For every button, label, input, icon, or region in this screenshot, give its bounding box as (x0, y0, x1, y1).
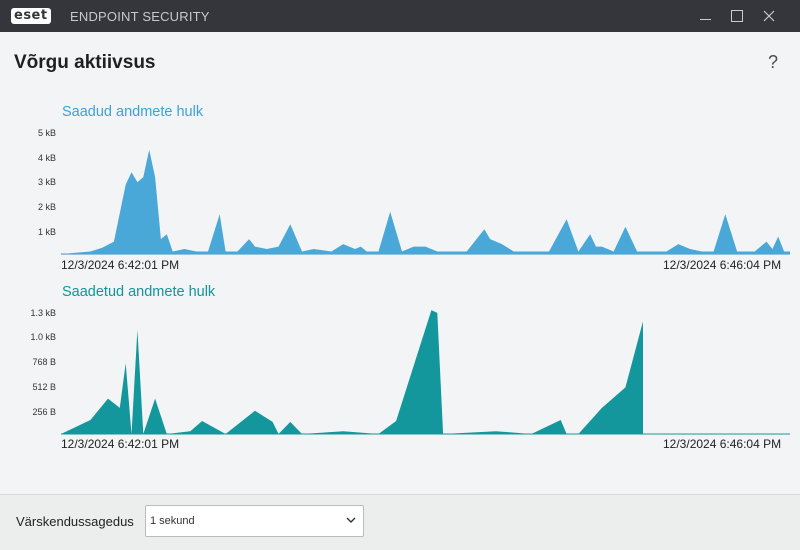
sent-y-axis: 1.3 kB 1.0 kB 768 B 512 B 256 B (30, 308, 56, 417)
sent-y-tick: 512 B (32, 382, 56, 392)
product-name: ENDPOINT SECURITY (70, 9, 210, 24)
footer: Värskendussagedus 1 sekund (0, 495, 800, 550)
maximize-button[interactable] (720, 0, 754, 32)
received-y-tick: 4 kB (38, 153, 56, 163)
sent-y-tick: 1.0 kB (30, 332, 56, 342)
received-chart: 5 kB 4 kB 3 kB 2 kB 1 kB (38, 128, 790, 255)
minimize-icon (699, 18, 711, 20)
sent-chart-title: Saadetud andmete hulk (62, 284, 216, 300)
title-bar: eset ENDPOINT SECURITY (0, 0, 800, 32)
received-area-series (61, 149, 790, 254)
app-window: eset ENDPOINT SECURITY Võrgu aktiivsus ?… (0, 0, 800, 550)
received-y-tick: 1 kB (38, 227, 56, 237)
received-y-tick: 5 kB (38, 128, 56, 138)
received-y-tick: 2 kB (38, 202, 56, 212)
sent-y-tick: 1.3 kB (30, 308, 56, 318)
sent-chart: 1.3 kB 1.0 kB 768 B 512 B 256 B (30, 308, 790, 435)
help-icon[interactable]: ? (765, 52, 781, 73)
close-button[interactable] (752, 0, 786, 32)
sent-y-tick: 768 B (32, 357, 56, 367)
sent-y-tick: 256 B (32, 407, 56, 417)
chevron-down-icon (346, 517, 356, 523)
received-end-time: 12/3/2024 6:46:04 PM (663, 258, 782, 272)
sent-end-time: 12/3/2024 6:46:04 PM (663, 437, 782, 451)
refresh-rate-select[interactable]: 1 sekund (145, 505, 364, 537)
page-title: Võrgu aktiivsus (14, 52, 156, 73)
received-start-time: 12/3/2024 6:42:01 PM (61, 258, 180, 272)
close-icon (763, 10, 775, 22)
eset-logo: eset (11, 7, 51, 25)
refresh-rate-label: Värskendussagedus (16, 514, 134, 529)
sent-start-time: 12/3/2024 6:42:01 PM (61, 437, 180, 451)
logo-text: eset (11, 8, 51, 24)
minimize-button[interactable] (688, 0, 722, 32)
received-y-axis: 5 kB 4 kB 3 kB 2 kB 1 kB (38, 128, 56, 237)
maximize-icon (731, 10, 743, 22)
sent-area-series (61, 310, 643, 434)
received-chart-title: Saadud andmete hulk (62, 104, 204, 120)
refresh-rate-value: 1 sekund (150, 515, 195, 527)
received-y-tick: 3 kB (38, 177, 56, 187)
